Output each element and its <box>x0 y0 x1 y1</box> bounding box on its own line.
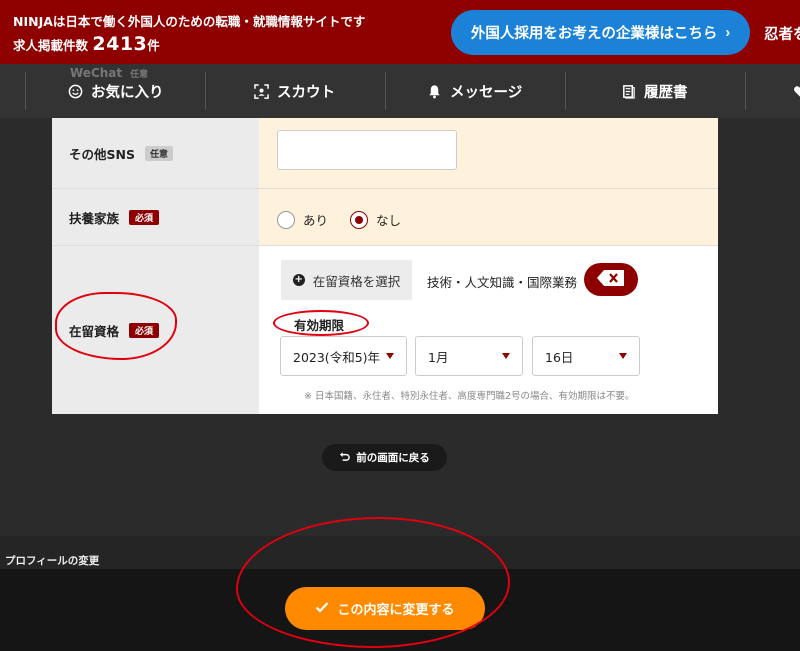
ninja-link[interactable]: 忍者を <box>764 23 800 44</box>
nav-bar: WeChat 任意 お気に入り スカウト メッセージ 履歴書 <box>0 64 800 118</box>
nav-favorites-label: お気に入り <box>91 84 164 101</box>
job-count: 求人掲載件数 2413件 <box>13 33 160 55</box>
expiry-day-select[interactable]: 16日 <box>532 336 640 376</box>
nav-resume[interactable]: 履歴書 <box>620 64 688 118</box>
expiry-month-select[interactable]: 1月 <box>415 336 523 376</box>
residence-status-value-cell: + 在留資格を選択 技術・人文知識・国際業務 有効期限 2023(令和5)年 1… <box>259 246 718 414</box>
smiley-icon <box>67 83 83 99</box>
top-banner: NINJAは日本で働く外国人のための転職・就職情報サイトです 求人掲載件数 24… <box>0 0 800 64</box>
nav-scout[interactable]: スカウト <box>253 64 335 118</box>
plus-circle-icon: + <box>292 274 305 286</box>
residence-status-label-cell: 在留資格 必須 <box>52 246 259 414</box>
back-button[interactable]: 前の画面に戻る <box>322 444 447 471</box>
dependents-label: 扶養家族 <box>69 210 120 226</box>
nav-scout-label: スカウト <box>277 84 335 101</box>
profile-change-heading: プロフィールの変更 <box>5 555 100 567</box>
form-row-residence-status: 在留資格 必須 + 在留資格を選択 技術・人文知識・国際業務 有効期限 2023… <box>52 246 718 414</box>
chevron-right-icon: › <box>725 24 731 41</box>
undo-arrow-icon <box>339 451 350 465</box>
back-button-label: 前の画面に戻る <box>356 452 430 464</box>
job-count-value: 2413 <box>92 33 148 55</box>
caret-down-icon <box>386 353 394 359</box>
expiry-note: ※ 日本国籍、永住者、特別永住者、高度専門職2号の場合、有効期限は不要。 <box>304 391 635 402</box>
nav-divider <box>745 72 746 110</box>
select-residence-status-button[interactable]: + 在留資格を選択 <box>281 260 412 300</box>
heart-icon <box>792 83 800 99</box>
caret-down-icon <box>619 353 627 359</box>
nav-divider <box>565 72 566 110</box>
radio-unchecked[interactable] <box>277 210 295 229</box>
nav-messages[interactable]: メッセージ <box>426 64 522 118</box>
required-badge: 必須 <box>129 209 160 225</box>
clear-status-button[interactable] <box>584 263 638 296</box>
form-row-other-sns: その他SNS 任意 <box>52 118 718 189</box>
submit-changes-label: この内容に変更する <box>337 603 455 618</box>
corporate-recruit-label: 外国人採用をお考えの企業様はこちら <box>470 26 718 42</box>
checkmark-icon <box>315 601 329 617</box>
nav-heart[interactable] <box>792 64 800 118</box>
form-row-dependents: 扶養家族 必須 あり なし <box>52 189 718 246</box>
job-count-unit: 件 <box>147 38 160 53</box>
other-sns-input[interactable] <box>277 130 457 170</box>
caret-down-icon <box>502 353 510 359</box>
dependents-value-cell: あり なし <box>259 189 718 245</box>
dependents-yes-label: あり <box>303 213 329 228</box>
submit-changes-button[interactable]: この内容に変更する <box>285 587 485 630</box>
optional-badge: 任意 <box>144 145 173 161</box>
expiry-month-value: 1月 <box>428 349 449 365</box>
bottom-strip <box>0 536 800 569</box>
residence-status-label: 在留資格 <box>69 323 120 339</box>
site-tagline: NINJAは日本で働く外国人のための転職・就職情報サイトです <box>13 14 366 29</box>
nav-divider <box>385 72 386 110</box>
expiry-day-value: 16日 <box>545 349 574 365</box>
document-icon <box>620 83 636 99</box>
nav-resume-label: 履歴書 <box>644 84 688 101</box>
scan-face-icon <box>253 83 269 99</box>
profile-form: その他SNS 任意 扶養家族 必須 あり なし 在留資格 必須 + 在留資格を選… <box>52 118 718 414</box>
other-sns-label: その他SNS <box>69 146 135 162</box>
bell-icon <box>426 83 442 99</box>
other-sns-value-cell <box>259 118 718 188</box>
nav-divider <box>25 72 26 110</box>
nav-divider <box>205 72 206 110</box>
expiry-year-select[interactable]: 2023(令和5)年 <box>280 336 407 376</box>
expiry-label: 有効期限 <box>294 318 345 333</box>
dependents-radio-no[interactable]: なし <box>350 210 401 229</box>
nav-favorites[interactable]: お気に入り <box>67 64 164 118</box>
select-residence-status-label: 在留資格を選択 <box>312 273 401 289</box>
dependents-label-cell: 扶養家族 必須 <box>52 189 259 245</box>
other-sns-label-cell: その他SNS 任意 <box>52 118 259 188</box>
dependents-no-label: なし <box>376 213 402 228</box>
corporate-recruit-button[interactable]: 外国人採用をお考えの企業様はこちら › <box>451 10 750 55</box>
required-badge: 必須 <box>129 322 160 338</box>
selected-residence-status: 技術・人文知識・国際業務 <box>427 275 578 290</box>
backspace-icon <box>596 269 626 290</box>
radio-checked[interactable] <box>350 210 368 229</box>
expiry-year-value: 2023(令和5)年 <box>293 349 381 365</box>
nav-messages-label: メッセージ <box>450 84 523 101</box>
job-count-label: 求人掲載件数 <box>13 38 89 53</box>
dependents-radio-yes[interactable]: あり <box>277 210 328 229</box>
